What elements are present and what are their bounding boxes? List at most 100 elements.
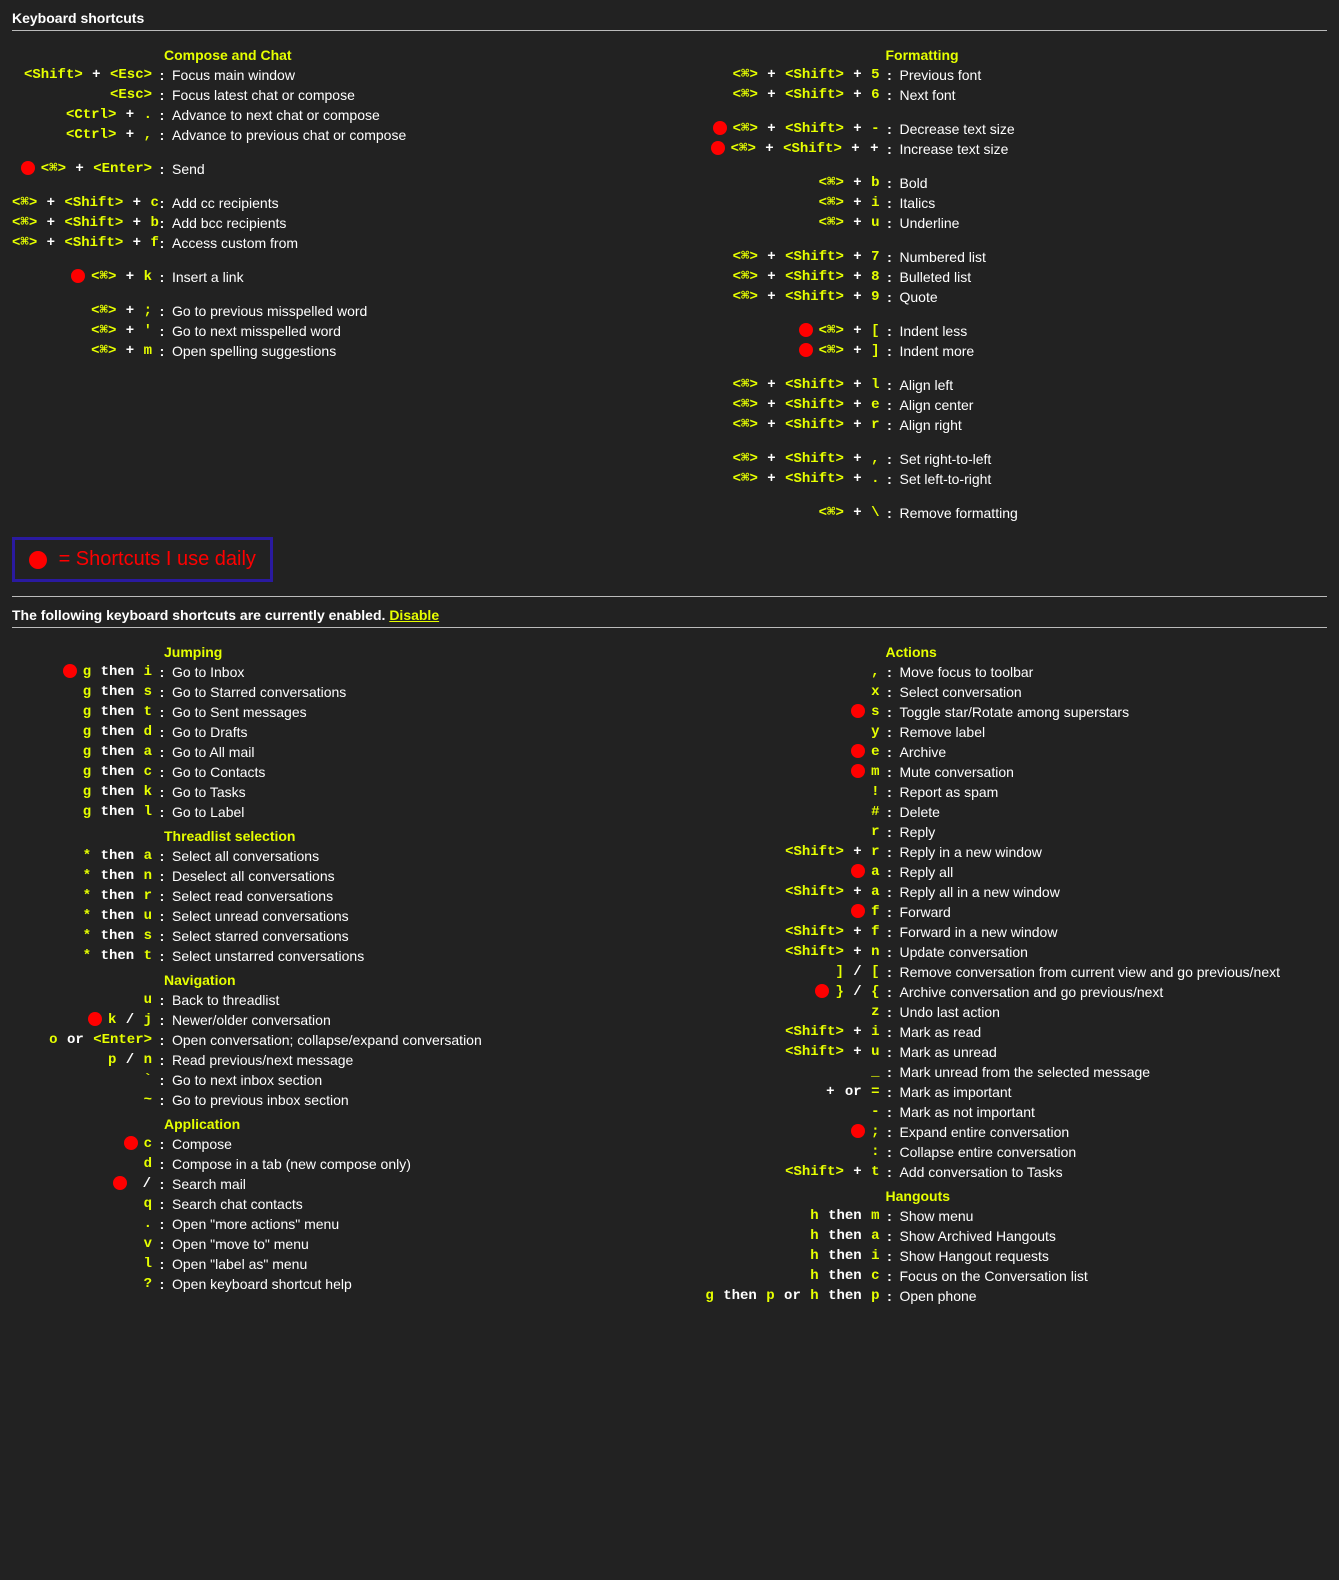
shortcut-description: Mark as not important [894, 1102, 1035, 1122]
shortcut-description: Quote [894, 287, 938, 307]
red-dot-icon [851, 764, 865, 778]
shortcut-description: Italics [894, 193, 936, 213]
colon: : [886, 962, 894, 982]
shortcut-description: Decrease text size [894, 119, 1015, 139]
shortcut-row: s:Toggle star/Rotate among superstars [690, 702, 1328, 722]
shortcut-description: Bold [894, 173, 928, 193]
shortcut-row: <Shift> + i:Mark as read [690, 1022, 1328, 1042]
shortcut-description: Remove label [894, 722, 986, 742]
colon: : [886, 1246, 894, 1266]
section-title: Hangouts [886, 1188, 1328, 1204]
colon: : [158, 926, 166, 946]
colon: : [886, 247, 894, 267]
colon: : [158, 742, 166, 762]
shortcut-row: q:Search chat contacts [12, 1194, 650, 1214]
shortcut-keys: u [12, 990, 158, 1010]
colon: : [886, 1022, 894, 1042]
shortcut-keys: <Shift> + a [690, 882, 886, 902]
section-title: Actions [886, 644, 1328, 660]
shortcut-description: Open keyboard shortcut help [166, 1274, 352, 1294]
shortcut-description: Select all conversations [166, 846, 319, 866]
red-dot-icon [113, 1176, 127, 1190]
shortcut-row: g then c:Go to Contacts [12, 762, 650, 782]
shortcut-row: g then l:Go to Label [12, 802, 650, 822]
shortcut-keys: - [690, 1102, 886, 1122]
shortcut-row: h then i:Show Hangout requests [690, 1246, 1328, 1266]
shortcut-keys: p / n [12, 1050, 158, 1070]
shortcut-row: <Shift> + u:Mark as unread [690, 1042, 1328, 1062]
colon: : [886, 1206, 894, 1226]
colon: : [886, 702, 894, 722]
shortcut-keys: ] / [ [690, 962, 886, 982]
shortcut-description: Select unread conversations [166, 906, 349, 926]
red-dot-icon [71, 269, 85, 283]
shortcut-description: Go to Contacts [166, 762, 265, 782]
shortcut-description: Go to Tasks [166, 782, 246, 802]
shortcut-row: k / j:Newer/older conversation [12, 1010, 650, 1030]
shortcut-row: h then m:Show menu [690, 1206, 1328, 1226]
shortcut-keys: * then a [12, 846, 158, 866]
shortcut-keys: <Ctrl> + , [12, 125, 158, 145]
shortcut-description: Show menu [894, 1206, 974, 1226]
colon: : [158, 846, 166, 866]
colon: : [886, 173, 894, 193]
shortcut-description: Collapse entire conversation [894, 1142, 1077, 1162]
shortcut-keys: ? [12, 1274, 158, 1294]
shortcut-row: ;:Expand entire conversation [690, 1122, 1328, 1142]
colon: : [886, 1226, 894, 1246]
shortcut-description: Select conversation [894, 682, 1022, 702]
red-dot-icon [799, 343, 813, 357]
colon: : [886, 1062, 894, 1082]
shortcut-keys: g then k [12, 782, 158, 802]
shortcut-keys: h then i [690, 1246, 886, 1266]
colon: : [158, 125, 166, 145]
section-title: Threadlist selection [164, 828, 650, 844]
colon: : [886, 321, 894, 341]
shortcut-row: <⌘> + <Shift> + 5:Previous font [690, 65, 1328, 85]
shortcut-keys: <⌘> + <Shift> + 7 [690, 247, 886, 267]
shortcut-description: Send [166, 159, 205, 179]
colon: : [886, 267, 894, 287]
shortcut-row: u:Back to threadlist [12, 990, 650, 1010]
shortcut-description: Go to Inbox [166, 662, 244, 682]
colon: : [158, 321, 166, 341]
disable-link[interactable]: Disable [389, 607, 439, 623]
shortcut-description: Select starred conversations [166, 926, 349, 946]
shortcut-keys: <⌘> + <Shift> + b [12, 213, 158, 233]
shortcut-description: Align left [894, 375, 954, 395]
shortcut-row: <⌘> + <Shift> + c:Add cc recipients [12, 193, 650, 213]
colon: : [158, 1090, 166, 1110]
shortcut-description: Forward in a new window [894, 922, 1058, 942]
shortcut-keys: <⌘> + [ [690, 321, 886, 341]
shortcut-keys: <⌘> + <Shift> + , [690, 449, 886, 469]
shortcut-keys: <Shift> + f [690, 922, 886, 942]
shortcut-row: <⌘> + <Shift> + e:Align center [690, 395, 1328, 415]
shortcut-row: g then k:Go to Tasks [12, 782, 650, 802]
shortcut-keys: ! [690, 782, 886, 802]
colon: : [158, 267, 166, 287]
shortcut-row: g then i:Go to Inbox [12, 662, 650, 682]
shortcut-description: Move focus to toolbar [894, 662, 1034, 682]
shortcut-keys: z [690, 1002, 886, 1022]
colon: : [886, 902, 894, 922]
shortcut-keys: / [12, 1174, 158, 1194]
shortcut-keys: <⌘> + <Shift> + e [690, 395, 886, 415]
shortcut-description: Compose in a tab (new compose only) [166, 1154, 411, 1174]
colon: : [158, 1154, 166, 1174]
shortcut-description: Advance to previous chat or compose [166, 125, 406, 145]
shortcut-keys: ` [12, 1070, 158, 1090]
shortcut-keys: <⌘> + <Shift> + c [12, 193, 158, 213]
shortcut-row: <Shift> + n:Update conversation [690, 942, 1328, 962]
shortcut-row: o or <Enter>:Open conversation; collapse… [12, 1030, 650, 1050]
keyboard-shortcuts-page: Keyboard shortcuts Compose and Chat<Shif… [0, 0, 1339, 1316]
colon: : [886, 782, 894, 802]
colon: : [158, 722, 166, 742]
shortcut-description: Expand entire conversation [894, 1122, 1070, 1142]
red-dot-icon [851, 864, 865, 878]
shortcut-keys: <⌘> + <Shift> + f [12, 233, 158, 253]
shortcut-description: Back to threadlist [166, 990, 279, 1010]
colon: : [886, 922, 894, 942]
colon: : [886, 395, 894, 415]
colon: : [158, 65, 166, 85]
red-dot-icon [88, 1012, 102, 1026]
